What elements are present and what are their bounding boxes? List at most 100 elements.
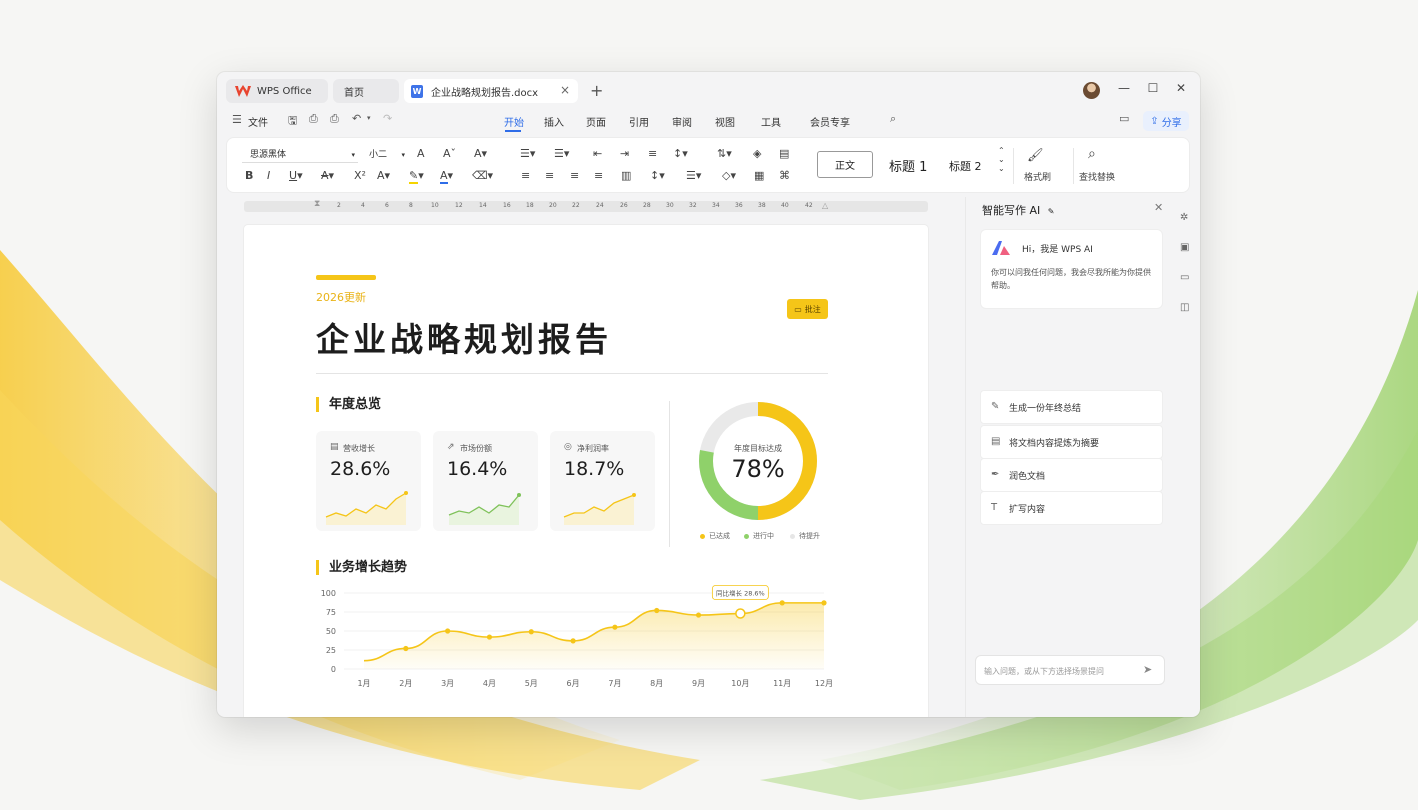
ai-option-polish[interactable]: ✒ 润色文档 <box>980 458 1163 492</box>
x-tick-label: 9月 <box>692 679 705 688</box>
increase-indent-icon[interactable]: ⇥ <box>620 147 629 160</box>
pin-icon[interactable]: ✎ <box>1048 207 1055 216</box>
annotation-label: 同比增长 28.6% <box>716 589 765 598</box>
ai-doc-icon[interactable]: ▣ <box>1180 242 1189 253</box>
avatar[interactable] <box>1083 82 1100 99</box>
tab-wps-office[interactable]: WPS Office <box>226 79 328 103</box>
menu-review[interactable]: 审阅 <box>672 114 692 129</box>
align-left-icon[interactable]: ≡ <box>521 169 530 182</box>
shrink-font-icon[interactable]: Aˇ <box>443 147 456 160</box>
grow-font-icon[interactable]: A <box>417 147 425 160</box>
chat-icon[interactable]: ▭ <box>1180 272 1189 283</box>
minimize-icon[interactable]: — <box>1117 81 1131 95</box>
table-icon[interactable]: ▦ <box>754 169 764 182</box>
undo-dropdown-icon[interactable]: ▾ <box>367 114 371 122</box>
comment-label: 批注 <box>804 304 821 314</box>
font-family-select[interactable]: 思源黑体 ▾ <box>242 147 358 163</box>
send-icon[interactable]: ➤ <box>1143 663 1152 676</box>
document-title: 企业战略规划报告 <box>316 320 612 359</box>
line-spacing-icon[interactable]: ↕▾ <box>673 147 688 160</box>
plugin-icon[interactable]: ✲ <box>1180 212 1188 223</box>
new-tab-button[interactable]: + <box>590 81 603 100</box>
highlight-icon[interactable]: ✎▾ <box>409 169 424 184</box>
underline-icon[interactable]: U▾ <box>289 169 303 182</box>
x-tick-label: 4月 <box>483 679 496 688</box>
more-icon[interactable]: ⌘ <box>779 169 790 182</box>
save-icon[interactable]: 🖫 <box>288 112 297 131</box>
ai-question-input[interactable]: 输入问题，或从下方选择场景提问 <box>975 655 1165 685</box>
paragraph-icon[interactable]: ≡ <box>648 147 657 160</box>
style-normal[interactable]: 正文 <box>817 151 873 178</box>
print-preview-icon[interactable]: ⎙ <box>309 112 318 126</box>
close-icon[interactable]: ✕ <box>1154 201 1163 214</box>
right-indent-marker-icon[interactable]: △ <box>822 201 828 210</box>
redo-icon[interactable]: ↷ <box>383 112 392 125</box>
decrease-indent-icon[interactable]: ⇤ <box>593 147 602 160</box>
menu-page[interactable]: 页面 <box>586 114 606 129</box>
font-color-icon[interactable]: A▾ <box>440 169 453 184</box>
document-page[interactable]: 2026更新 企业战略规划报告 ▭ 批注 年度总览 ▤ 营收增长 28.6% ⇗… <box>244 225 928 717</box>
menu-reference[interactable]: 引用 <box>629 114 649 129</box>
x-tick-label: 11月 <box>773 679 791 688</box>
ai-option-summarize[interactable]: ▤ 将文档内容提炼为摘要 <box>980 425 1163 459</box>
update-label: 2026更新 <box>316 291 366 304</box>
find-icon[interactable]: ⌕ <box>1088 146 1096 162</box>
close-tab-icon[interactable]: × <box>560 83 570 97</box>
menu-membership[interactable]: 会员专享 <box>810 114 850 129</box>
list-style-icon[interactable]: ☰▾ <box>686 169 701 182</box>
format-painter-button[interactable]: 格式刷 <box>1024 170 1051 183</box>
italic-icon[interactable]: I <box>267 169 270 182</box>
comment-badge[interactable]: ▭ 批注 <box>787 299 828 319</box>
tab-label: WPS Office <box>257 85 312 97</box>
justify-icon[interactable]: ≡ <box>594 169 603 182</box>
distribute-icon[interactable]: ▥ <box>621 169 631 182</box>
indent-marker-icon[interactable]: ⧗ <box>314 199 320 209</box>
style-heading-2[interactable]: 标题 2 <box>949 158 982 174</box>
style-heading-1[interactable]: 标题 1 <box>889 156 927 175</box>
stat-card-market-share: ⇗ 市场份额 16.4% <box>433 431 538 531</box>
ruler[interactable]: ⧗ 2 4 6 8 10 12 14 16 18 20 22 24 26 28 … <box>244 199 928 212</box>
ribbon-toolbar: 思源黑体 ▾ 小二 ▾ A Aˇ A▾ ☰▾ ☰▾ ⇤ ⇥ ≡ ↕▾ ⇅▾ ◈ … <box>226 137 1190 193</box>
menu-view[interactable]: 视图 <box>715 114 735 129</box>
tab-document[interactable]: W 企业战略规划报告.docx × <box>404 79 578 103</box>
clear-format-icon[interactable]: A▾ <box>474 147 487 160</box>
font-size-select[interactable]: 小二 ▾ <box>369 147 405 163</box>
maximize-icon[interactable]: ☐ <box>1146 81 1160 95</box>
settings-icon[interactable]: ◫ <box>1180 302 1189 313</box>
print-icon[interactable]: ⎙ <box>330 112 339 126</box>
section-trend-title: 业务增长趋势 <box>316 560 407 575</box>
undo-icon[interactable]: ↶ <box>352 112 361 125</box>
bold-icon[interactable]: B <box>245 169 253 182</box>
menu-file[interactable]: 文件 <box>248 114 268 129</box>
ai-option-year-summary[interactable]: ✎ 生成一份年终总结 <box>980 390 1163 424</box>
tab-home[interactable]: 首页 <box>333 79 399 103</box>
comment-icon: ▭ <box>794 304 802 314</box>
search-icon[interactable]: ⌕ <box>890 112 896 126</box>
numbered-list-icon[interactable]: ☰▾ <box>554 147 569 160</box>
eraser-icon[interactable]: ⌫▾ <box>472 169 493 182</box>
styles-scroll-icon[interactable]: ⌃ ⌄ ⌄ <box>998 146 1005 173</box>
comment-icon[interactable]: ▭ <box>1119 112 1129 125</box>
ai-option-expand[interactable]: T 扩写内容 <box>980 491 1163 525</box>
menu-insert[interactable]: 插入 <box>544 114 564 129</box>
shading-icon[interactable]: ◇▾ <box>722 169 736 182</box>
document-icon: ▤ <box>991 436 1001 447</box>
ai-option-label: 生成一份年终总结 <box>1009 403 1082 414</box>
fill-icon[interactable]: ◈ <box>753 147 761 160</box>
share-button[interactable]: ⇪ 分享 <box>1143 111 1189 131</box>
text-effect-icon[interactable]: A▾ <box>377 169 390 182</box>
strikethrough-icon[interactable]: A▾ <box>321 169 334 182</box>
superscript-icon[interactable]: X² <box>354 169 366 182</box>
menu-start[interactable]: 开始 <box>504 114 524 129</box>
close-window-icon[interactable]: ✕ <box>1174 81 1188 95</box>
spacing-icon[interactable]: ↕▾ <box>650 169 665 182</box>
sort-icon[interactable]: ⇅▾ <box>717 147 732 160</box>
format-painter-icon[interactable]: 🖌 <box>1027 148 1044 163</box>
border-icon[interactable]: ▤ <box>779 147 789 160</box>
hamburger-icon[interactable]: ☰ <box>232 113 242 126</box>
menu-tools[interactable]: 工具 <box>761 114 781 129</box>
find-replace-button[interactable]: 查找替换 <box>1079 170 1115 183</box>
align-right-icon[interactable]: ≡ <box>570 169 579 182</box>
bullet-list-icon[interactable]: ☰▾ <box>520 147 535 160</box>
align-center-icon[interactable]: ≡ <box>545 169 554 182</box>
